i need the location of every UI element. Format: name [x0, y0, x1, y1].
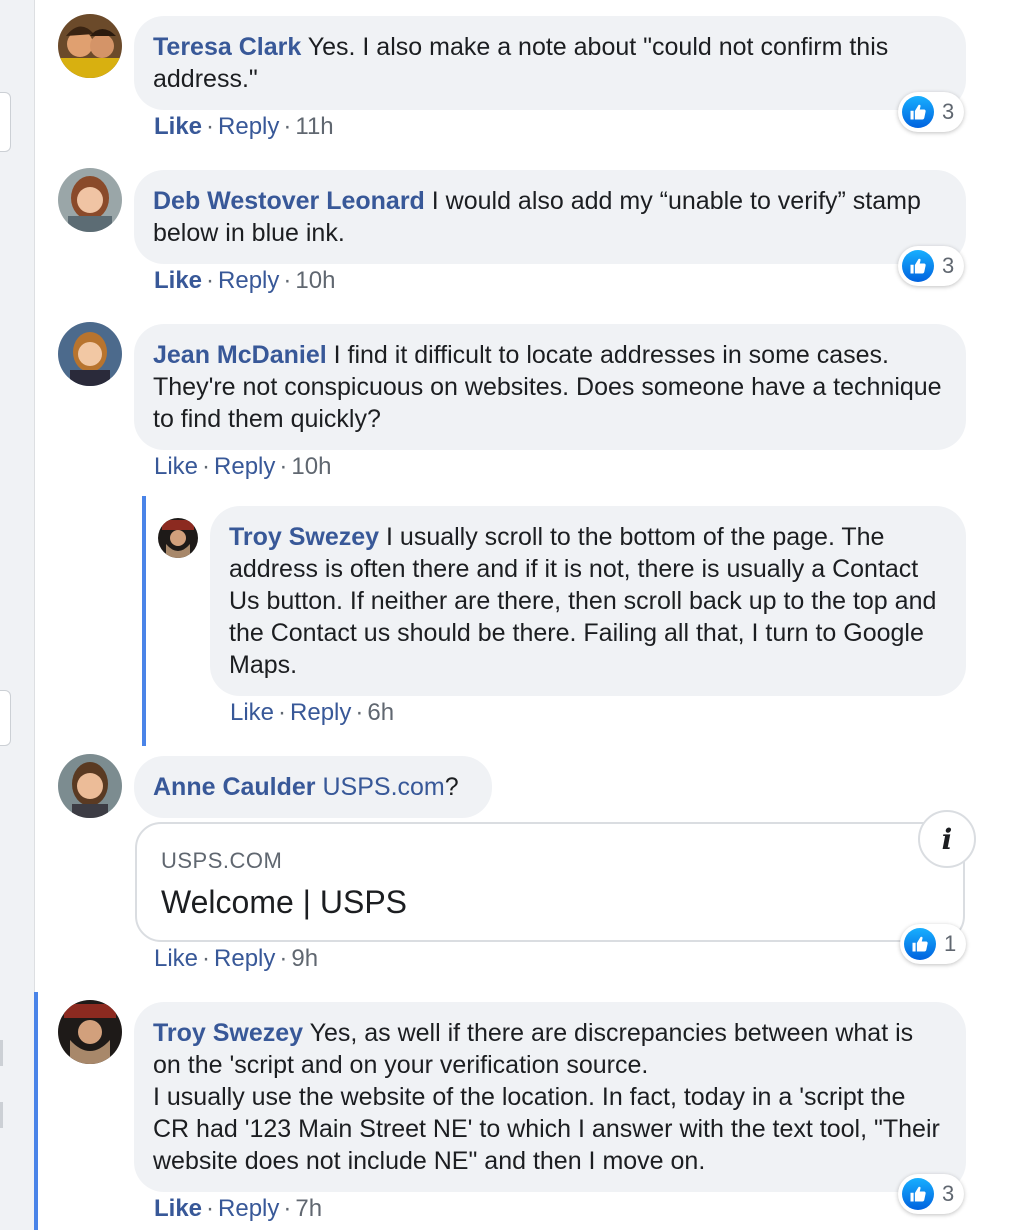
like-button[interactable]: Like	[154, 267, 202, 294]
reply-button[interactable]: Reply	[218, 1195, 279, 1222]
comment-actions: Like · Reply · 10h	[154, 267, 335, 295]
reply-button[interactable]: Reply	[290, 699, 351, 726]
thumbs-up-icon	[902, 96, 934, 128]
reaction-badge[interactable]: 3	[898, 92, 965, 132]
reaction-count: 3	[942, 253, 955, 278]
comment-bubble: Teresa Clark Yes. I also make a note abo…	[134, 16, 966, 110]
comment-actions: Like · Reply · 9h	[154, 945, 318, 973]
reply-actions: Like · Reply · 6h	[230, 699, 394, 727]
timestamp[interactable]: 10h	[295, 267, 335, 294]
comment-author[interactable]: Teresa Clark	[153, 33, 301, 61]
left-panel	[0, 0, 35, 1230]
comment-text: ?	[444, 773, 459, 801]
timestamp[interactable]: 10h	[291, 453, 331, 480]
timestamp[interactable]: 7h	[295, 1195, 322, 1222]
avatar-troy-swezey[interactable]	[158, 518, 198, 558]
comment-author[interactable]: Troy Swezey	[153, 1019, 303, 1047]
comment-actions: Like · Reply · 7h	[154, 1195, 322, 1223]
reply-bubble: Troy Swezey I usually scroll to the bott…	[210, 506, 966, 696]
left-panel-card	[0, 92, 11, 152]
separator: ·	[278, 699, 287, 726]
reaction-badge[interactable]: 1	[900, 924, 967, 964]
reply-button[interactable]: Reply	[214, 453, 275, 480]
info-icon[interactable]: i	[918, 810, 976, 868]
comment-bubble: Troy Swezey Yes, as well if there are di…	[134, 1002, 966, 1192]
comment-actions: Like · Reply · 10h	[154, 453, 331, 481]
like-button[interactable]: Like	[154, 945, 198, 972]
reaction-badge[interactable]: 3	[898, 1174, 965, 1214]
avatar-teresa-clark[interactable]	[58, 14, 122, 78]
separator: ·	[283, 1195, 292, 1222]
avatar-troy-swezey[interactable]	[58, 1000, 122, 1064]
reply-button[interactable]: Reply	[214, 945, 275, 972]
avatar-anne-caulder[interactable]	[58, 754, 122, 818]
separator: ·	[206, 1195, 215, 1222]
like-button[interactable]: Like	[154, 113, 202, 140]
timestamp[interactable]: 9h	[291, 945, 318, 972]
comment-bubble: Deb Westover Leonard I would also add my…	[134, 170, 966, 264]
comment-bubble: Jean McDaniel I find it difficult to loc…	[134, 324, 966, 450]
comment-author[interactable]: Anne Caulder	[153, 773, 316, 801]
comment-bubble: Anne Caulder USPS.com?	[134, 756, 492, 818]
separator: ·	[202, 945, 211, 972]
separator: ·	[283, 113, 292, 140]
reaction-count: 3	[942, 99, 955, 124]
link-preview-title: Welcome | USPS	[161, 884, 408, 920]
avatar-deb-westover-leonard[interactable]	[58, 168, 122, 232]
left-panel-card	[0, 690, 11, 746]
comment-actions: Like · Reply · 11h	[154, 113, 334, 141]
active-thread-line	[34, 992, 38, 1230]
reply-button[interactable]: Reply	[218, 113, 279, 140]
comment-author[interactable]: Jean McDaniel	[153, 341, 327, 369]
reply-thread-line	[142, 496, 146, 746]
thumbs-up-icon	[902, 250, 934, 282]
separator: ·	[355, 699, 364, 726]
separator: ·	[206, 113, 215, 140]
comment-author[interactable]: Deb Westover Leonard	[153, 187, 425, 215]
separator: ·	[279, 945, 288, 972]
separator: ·	[283, 267, 292, 294]
comment-link[interactable]: USPS.com	[322, 773, 444, 801]
link-preview-domain: USPS.COM	[161, 848, 283, 873]
separator: ·	[206, 267, 215, 294]
reply-author[interactable]: Troy Swezey	[229, 523, 379, 551]
like-button[interactable]: Like	[154, 1195, 202, 1222]
timestamp[interactable]: 11h	[295, 113, 333, 140]
separator: ·	[202, 453, 211, 480]
reaction-count: 3	[942, 1181, 955, 1206]
reaction-count: 1	[944, 931, 957, 956]
reply-button[interactable]: Reply	[218, 267, 279, 294]
thumbs-up-icon	[902, 1178, 934, 1210]
left-panel-tick	[0, 1040, 3, 1066]
link-preview-card[interactable]: USPS.COM Welcome | USPS	[135, 822, 965, 942]
like-button[interactable]: Like	[154, 453, 198, 480]
separator: ·	[279, 453, 288, 480]
timestamp[interactable]: 6h	[367, 699, 394, 726]
thumbs-up-icon	[904, 928, 936, 960]
like-button[interactable]: Like	[230, 699, 274, 726]
avatar-jean-mcdaniel[interactable]	[58, 322, 122, 386]
reaction-badge[interactable]: 3	[898, 246, 965, 286]
left-panel-tick	[0, 1102, 3, 1128]
comment-text-continued: I usually use the website of the locatio…	[153, 1083, 940, 1175]
